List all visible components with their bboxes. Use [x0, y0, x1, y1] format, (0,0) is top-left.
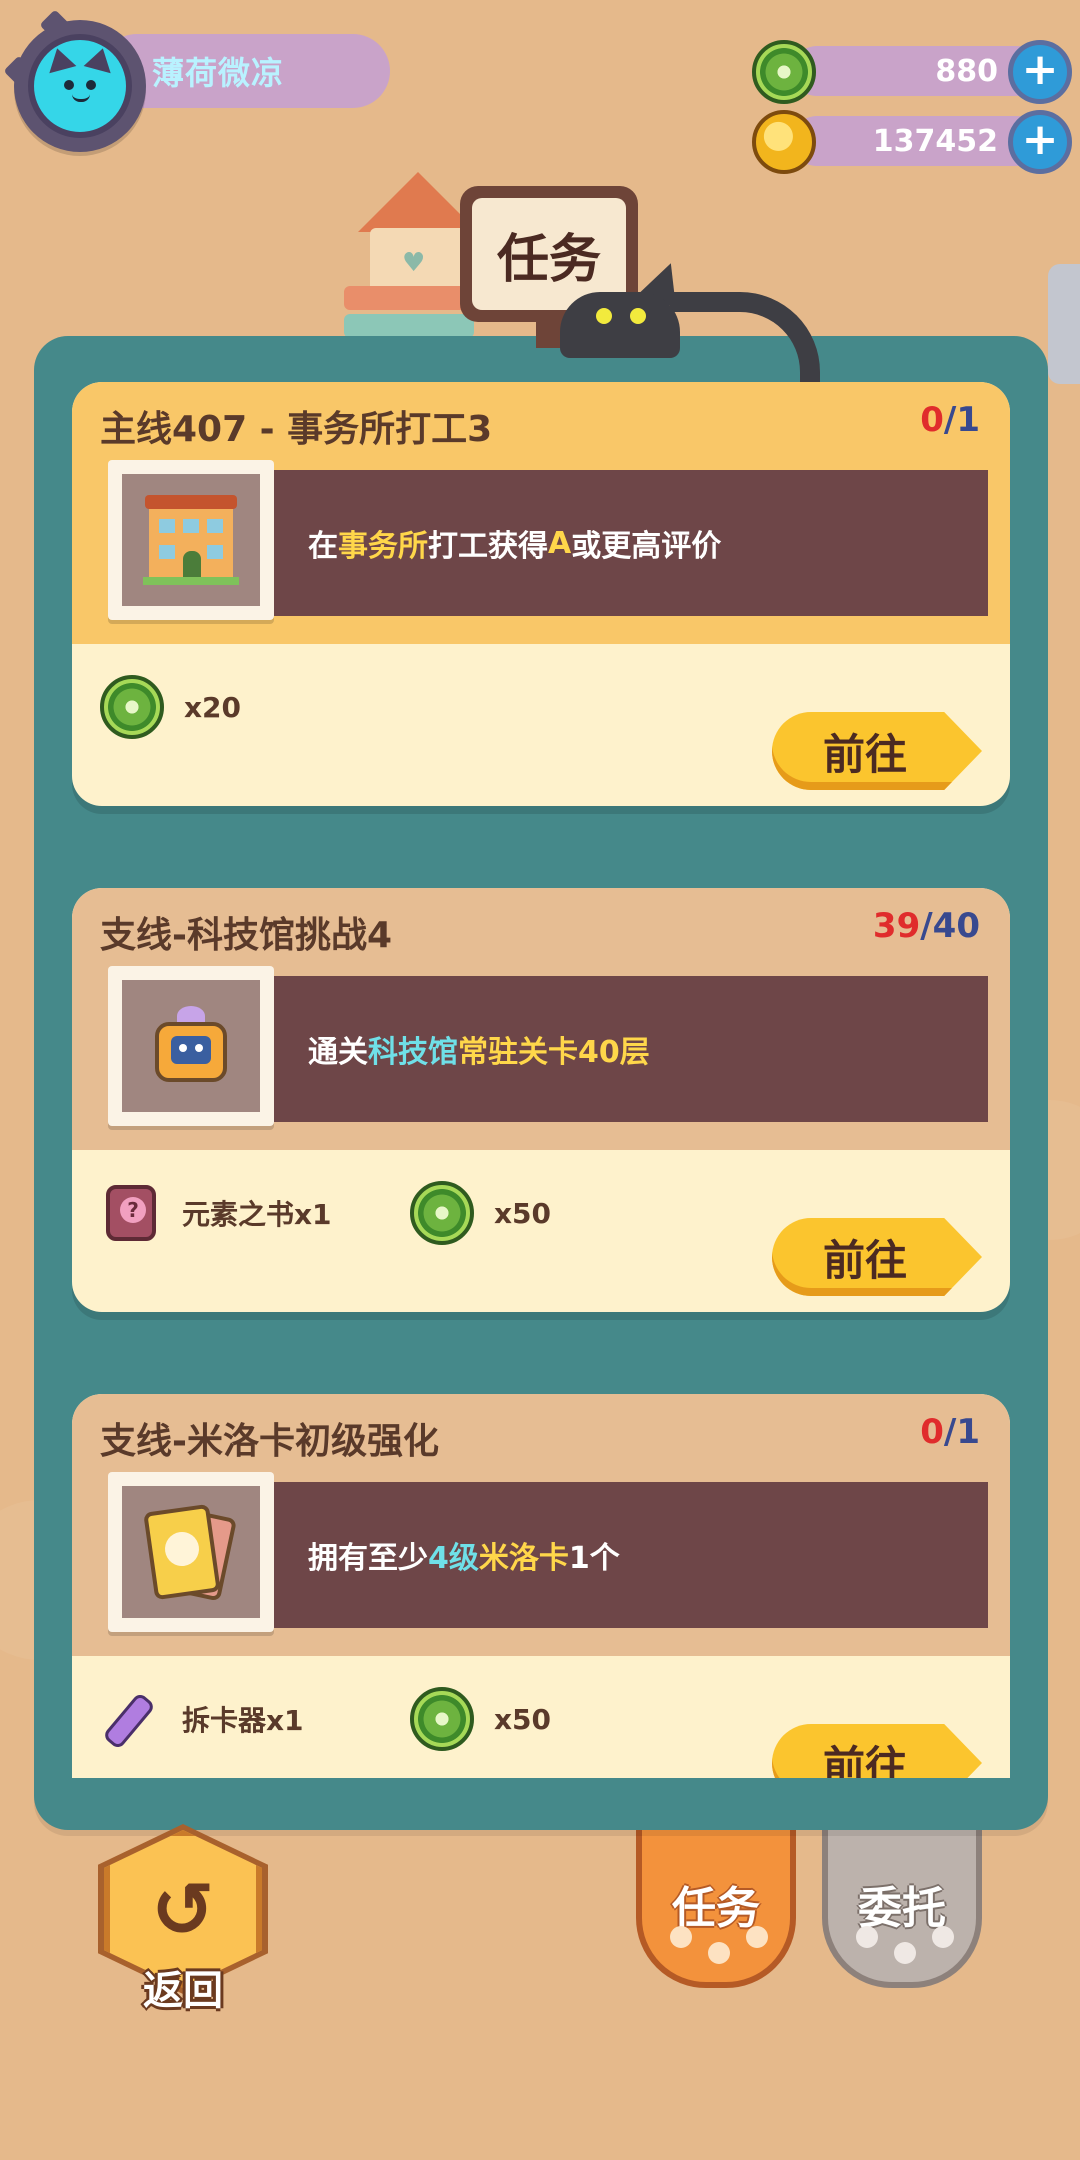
desc-highlight: 事务所 [338, 529, 428, 564]
reward-amount: 元素之书x1 [182, 1198, 332, 1231]
progress-current: 0 [920, 1412, 944, 1452]
task-title: 支线-科技馆挑战4 [100, 915, 392, 956]
tab-delegate[interactable]: 委托 [822, 1820, 982, 1988]
paw-toe-icon [746, 1926, 768, 1948]
black-cat-decoration [560, 256, 820, 382]
gold-coin-display: 137452 + [752, 110, 1072, 174]
task-progress: 0/1 [920, 1412, 980, 1452]
paw-toe-icon [932, 1926, 954, 1948]
add-gold-button[interactable]: + [1008, 110, 1072, 174]
gold-coin-icon [752, 110, 816, 174]
back-label: 返回 [143, 1968, 223, 2014]
task-thumbnail [108, 1472, 274, 1632]
card-pack-icon [143, 1503, 239, 1602]
donut-currency-display: 880 + [752, 40, 1072, 104]
player-avatar[interactable] [14, 20, 146, 152]
donut-currency-icon [100, 675, 164, 739]
plus-icon: + [1021, 114, 1059, 165]
cat-face-icon [28, 34, 132, 138]
reward-amount: x50 [494, 1196, 552, 1230]
task-card: 支线-米洛卡初级强化 0/1 拥有至少 4级 米洛卡 1个 拆卡器x1 x50 … [72, 1394, 1010, 1778]
task-title: 主线407 - 事务所打工3 [100, 409, 493, 450]
progress-current: 39 [872, 906, 921, 946]
desc-text: 打工获得 [428, 529, 548, 564]
progress-separator: / [920, 906, 933, 946]
task-list[interactable]: 主线407 - 事务所打工3 0/1 在 事务所 打工获得 A 或更高评价 x2… [72, 382, 1010, 1778]
progress-total: 40 [932, 906, 980, 946]
side-tab[interactable] [1048, 264, 1080, 384]
progress-total: 1 [956, 1412, 980, 1452]
desc-highlight: 常驻关卡 [458, 1035, 578, 1070]
reward-amount: x20 [184, 690, 242, 724]
card-remover-icon [100, 1692, 154, 1746]
paw-toe-icon [670, 1926, 692, 1948]
tab-tasks[interactable]: 任务 [636, 1820, 796, 1988]
reward-list: 拆卡器x1 x50 [100, 1684, 720, 1754]
plus-icon: + [1021, 44, 1059, 95]
donut-currency-icon [752, 40, 816, 104]
task-thumbnail [108, 966, 274, 1126]
task-panel: 主线407 - 事务所打工3 0/1 在 事务所 打工获得 A 或更高评价 x2… [34, 336, 1048, 1830]
paw-toe-icon [708, 1942, 730, 1964]
desc-highlight: 米洛卡 [478, 1541, 569, 1576]
reward-list: 元素之书x1 x50 [100, 1178, 720, 1248]
donut-currency-icon [410, 1181, 474, 1245]
robot-icon [151, 1006, 231, 1086]
reward-item: x50 [410, 1687, 660, 1751]
donut-currency-value: 880 [792, 46, 1042, 96]
desc-text: 1个 [568, 1541, 620, 1576]
reward-item: x50 [410, 1181, 660, 1245]
element-book-icon [106, 1185, 156, 1241]
progress-total: 1 [956, 400, 980, 440]
desc-text: 拥有至少 [308, 1541, 428, 1576]
task-card: 主线407 - 事务所打工3 0/1 在 事务所 打工获得 A 或更高评价 x2… [72, 382, 1010, 806]
desc-highlight: 40层 [578, 1035, 650, 1070]
task-card: 支线-科技馆挑战4 39/40 通关 科技馆 常驻关卡 40层 ? 元素之书x1… [72, 888, 1010, 1312]
reward-item: x20 [100, 675, 350, 739]
desc-text: 或更高评价 [571, 529, 722, 564]
task-title: 支线-米洛卡初级强化 [100, 1421, 439, 1462]
reward-item: 拆卡器x1 [100, 1692, 350, 1746]
add-donut-button[interactable]: + [1008, 40, 1072, 104]
go-button[interactable]: 前往 [772, 1218, 982, 1296]
reward-amount: x50 [494, 1702, 552, 1736]
office-building-icon [143, 495, 239, 585]
paw-toe-icon [856, 1926, 878, 1948]
gold-coin-value: 137452 [792, 116, 1042, 166]
books-decoration [344, 286, 474, 342]
paw-toe-icon [894, 1942, 916, 1964]
desc-highlight: 科技馆 [368, 1035, 458, 1070]
reward-amount: 拆卡器x1 [182, 1704, 304, 1737]
return-arrow-icon: ↺ [151, 1864, 215, 1954]
progress-separator: / [943, 1412, 957, 1452]
desc-highlight: A [548, 525, 572, 561]
desc-text: 在 [308, 529, 338, 564]
back-button[interactable]: ↺ 返回 [98, 1824, 268, 2014]
reward-list: x20 [100, 672, 410, 742]
desc-highlight: 4级 [428, 1541, 479, 1576]
go-button[interactable]: 前往 [772, 712, 982, 790]
desc-text: 通关 [308, 1035, 368, 1070]
task-progress: 0/1 [920, 400, 980, 440]
reward-item: 元素之书x1 [100, 1185, 350, 1241]
task-thumbnail [108, 460, 274, 620]
progress-separator: / [943, 400, 957, 440]
progress-current: 0 [920, 400, 944, 440]
go-button[interactable]: 前往 [772, 1724, 982, 1778]
task-progress: 39/40 [873, 906, 980, 946]
donut-currency-icon [410, 1687, 474, 1751]
